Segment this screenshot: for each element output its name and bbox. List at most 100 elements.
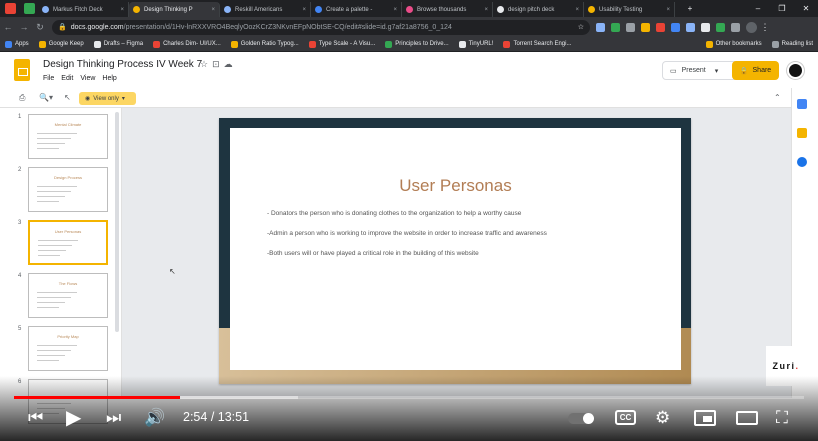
new-tab-button[interactable]: +: [678, 4, 702, 13]
sheets-icon[interactable]: [24, 3, 35, 14]
present-button[interactable]: ▭ Present ▾: [662, 61, 742, 80]
extension-icon[interactable]: [686, 22, 695, 32]
browser-tab[interactable]: Reskill Americans ×: [220, 2, 311, 17]
next-icon[interactable]: ⏭: [106, 408, 121, 428]
slide-thumbnail[interactable]: User Personas: [28, 220, 108, 265]
bookmark-item[interactable]: Charles Dim- UI/UX...: [153, 40, 221, 48]
close-window-icon[interactable]: ✕: [794, 4, 818, 13]
keep-icon[interactable]: [797, 128, 807, 138]
thumbnail-text-line: [37, 350, 71, 351]
bookmark-item[interactable]: Drafts – Figma: [93, 40, 143, 48]
select-cursor-icon[interactable]: ↖: [64, 93, 71, 102]
bookmark-item[interactable]: Google Keep: [38, 40, 84, 48]
bookmark-item[interactable]: Type Scale - A Visu...: [308, 40, 375, 48]
view-only-badge[interactable]: ◉ View only ▾: [79, 92, 136, 105]
calendar-icon[interactable]: [797, 99, 807, 109]
extension-icon[interactable]: [596, 22, 605, 32]
menu-file[interactable]: File: [43, 75, 54, 82]
menu-help[interactable]: Help: [102, 75, 116, 82]
play-icon[interactable]: ▶: [66, 408, 81, 428]
close-tab-icon[interactable]: ×: [117, 7, 124, 13]
zoom-icon[interactable]: 🔍▾: [39, 93, 53, 102]
bookmark-item[interactable]: Principles to Drive...: [385, 40, 449, 48]
cloud-status-icon[interactable]: ☁: [224, 59, 237, 69]
slides-logo-icon[interactable]: [14, 59, 30, 81]
close-tab-icon[interactable]: ×: [481, 7, 488, 13]
settings-icon[interactable]: ⚙: [655, 408, 670, 428]
url-bar[interactable]: 🔒 docs.google.com /presentation/d/1Hv-ln…: [52, 19, 590, 35]
bookmark-item[interactable]: Apps: [5, 40, 29, 48]
extension-icon[interactable]: [656, 22, 665, 32]
player-controls-shade: [0, 376, 818, 441]
bookmark-favicon-icon: [93, 40, 101, 48]
extensions-puzzle-icon[interactable]: [731, 22, 740, 32]
extension-icon[interactable]: [671, 22, 680, 32]
bookmark-item[interactable]: Golden Ratio Typog...: [230, 40, 299, 48]
autoplay-toggle[interactable]: [568, 413, 594, 424]
mouse-cursor-icon: ↖: [169, 267, 176, 276]
tab-favicon-icon: [42, 6, 49, 13]
view-only-label: View only: [93, 95, 119, 102]
fullscreen-icon[interactable]: ⛶: [776, 408, 788, 428]
move-folder-icon[interactable]: ⊡: [212, 59, 224, 69]
extension-icon[interactable]: [716, 22, 725, 32]
previous-icon[interactable]: ⏮: [28, 408, 43, 428]
slide-thumbnail[interactable]: Mental Climate: [28, 114, 108, 159]
tab-list: Markus Fitch Deck × Design Thinking P × Resk…: [38, 0, 678, 17]
extension-icon[interactable]: [641, 22, 650, 32]
document-title[interactable]: Design Thinking Process IV Week 7: [43, 59, 202, 70]
bookmark-item[interactable]: TinyURL!: [458, 40, 493, 48]
volume-icon[interactable]: 🔊: [144, 408, 165, 428]
reading-list[interactable]: Reading list: [771, 40, 813, 48]
extension-icon[interactable]: [701, 22, 710, 32]
bookmark-star-icon[interactable]: ☆: [578, 23, 584, 31]
menu-edit[interactable]: Edit: [61, 75, 73, 82]
close-tab-icon[interactable]: ×: [663, 7, 670, 13]
close-tab-icon[interactable]: ×: [390, 7, 397, 13]
browser-tab[interactable]: Markus Fitch Deck ×: [38, 2, 129, 17]
browser-tab[interactable]: Create a palette - ×: [311, 2, 402, 17]
browser-tab[interactable]: Design Thinking P ×: [129, 2, 220, 17]
restore-icon[interactable]: ❐: [770, 4, 794, 13]
cc-icon[interactable]: CC: [615, 410, 636, 425]
chevron-down-icon[interactable]: ▾: [715, 67, 719, 75]
forward-icon[interactable]: →: [16, 22, 32, 32]
share-button[interactable]: 🔒 Share: [732, 61, 779, 80]
tab-favicon-icon: [315, 6, 322, 13]
thumbnail-text-line: [37, 345, 77, 346]
slide-thumbnail[interactable]: Priority Map: [28, 326, 108, 371]
browser-tab[interactable]: Browse thousands ×: [402, 2, 493, 17]
slide-thumbnail[interactable]: The Flows: [28, 273, 108, 318]
theater-icon[interactable]: [736, 411, 758, 425]
close-tab-icon[interactable]: ×: [208, 7, 215, 13]
menu-view[interactable]: View: [80, 75, 95, 82]
close-tab-icon[interactable]: ×: [299, 7, 306, 13]
reload-icon[interactable]: ↻: [32, 22, 48, 33]
other-bookmarks[interactable]: Other bookmarks: [705, 40, 762, 48]
thumbnail-title: Priority Map: [57, 334, 79, 339]
bookmark-item[interactable]: Torrent Search Engi...: [503, 40, 571, 48]
thumbnail-text-line: [37, 360, 59, 361]
browser-tab[interactable]: design pitch deck ×: [493, 2, 584, 17]
progress-bar[interactable]: [14, 396, 804, 399]
print-icon[interactable]: ⎙: [19, 93, 25, 103]
back-icon[interactable]: ←: [0, 22, 16, 32]
miniplayer-icon[interactable]: [694, 410, 716, 426]
filmstrip-scrollbar[interactable]: [115, 112, 119, 332]
tasks-icon[interactable]: [797, 157, 807, 167]
extension-icon[interactable]: [626, 22, 635, 32]
minimize-icon[interactable]: –: [746, 4, 770, 13]
slide-thumbnail[interactable]: Design Process: [28, 167, 108, 212]
gmail-icon[interactable]: [5, 3, 16, 14]
duration: 13:51: [217, 410, 250, 424]
tab-favicon-icon: [497, 6, 504, 13]
profile-avatar[interactable]: [746, 21, 757, 33]
star-icon[interactable]: ☆: [200, 59, 212, 69]
browser-tab[interactable]: Usability Testing ×: [584, 2, 675, 17]
extension-icon[interactable]: [611, 22, 620, 32]
browser-menu-icon[interactable]: ⋮: [757, 22, 773, 33]
thumbnail-text-line: [37, 191, 71, 192]
collapse-menus-icon[interactable]: ⌃: [774, 93, 781, 102]
avatar[interactable]: [787, 62, 804, 79]
close-tab-icon[interactable]: ×: [572, 7, 579, 13]
